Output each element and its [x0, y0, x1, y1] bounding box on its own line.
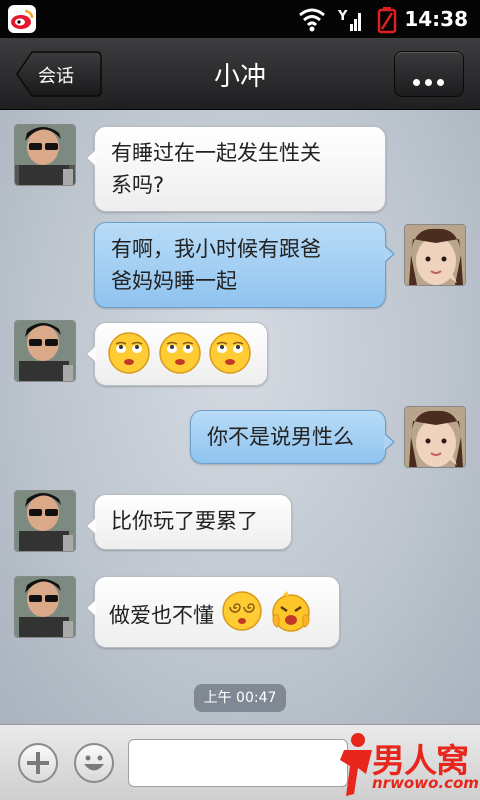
- dizzy-emoji: [221, 590, 263, 641]
- more-button[interactable]: [394, 51, 464, 97]
- contact-avatar[interactable]: [14, 320, 76, 382]
- rolling-eyes-emoji: [107, 331, 151, 384]
- status-time: 14:38: [404, 7, 468, 31]
- message-bubble[interactable]: [85, 322, 268, 386]
- chat-header: 会话 小冲: [0, 38, 480, 110]
- chat-area[interactable]: 有睡过在一起发生性关 系吗? 有啊，我小时候有跟爸 爸妈妈睡一起 你不是说男性么…: [0, 110, 480, 724]
- crying-emoji: [269, 589, 313, 642]
- emoji-button[interactable]: [74, 743, 114, 783]
- contact-avatar[interactable]: [14, 576, 76, 638]
- message-text-line: 有啊，我小时候有跟爸: [111, 237, 321, 261]
- weibo-icon: [8, 5, 36, 33]
- message-bubble[interactable]: 比你玩了要累了: [85, 494, 292, 550]
- watermark-subtitle: nrwowo.com: [372, 774, 479, 792]
- message-bubble[interactable]: 你不是说男性么: [190, 410, 395, 464]
- message-bubble[interactable]: 做爱也不懂: [85, 576, 340, 648]
- add-button[interactable]: [18, 743, 58, 783]
- rolling-eyes-emoji: [208, 331, 252, 384]
- back-button[interactable]: 会话: [16, 51, 102, 97]
- message-input[interactable]: [128, 739, 348, 787]
- signal-icon: Y: [337, 6, 364, 36]
- message-text: 比你玩了要累了: [111, 509, 258, 533]
- wifi-icon: [298, 6, 326, 36]
- battery-low-icon: [376, 6, 398, 38]
- status-bar: Y 14:38: [0, 0, 480, 38]
- user-avatar[interactable]: [404, 224, 466, 286]
- contact-avatar[interactable]: [14, 490, 76, 552]
- message-text: 做爱也不懂: [109, 603, 214, 628]
- contact-avatar[interactable]: [14, 124, 76, 186]
- smiley-icon: [84, 755, 104, 771]
- message-text: 你不是说男性么: [207, 425, 354, 449]
- plus-icon: [27, 752, 49, 774]
- user-avatar[interactable]: [404, 406, 466, 468]
- message-bubble[interactable]: 有啊，我小时候有跟爸 爸妈妈睡一起: [94, 222, 395, 308]
- more-dots-icon: [413, 71, 449, 90]
- watermark-logo: 男人窝 nrwowo.com: [336, 728, 480, 800]
- message-bubble[interactable]: 有睡过在一起发生性关 系吗?: [85, 126, 386, 212]
- svg-text:Y: Y: [338, 9, 348, 24]
- message-text-line: 有睡过在一起发生性关: [111, 141, 321, 165]
- message-text-line: 系吗?: [111, 173, 165, 197]
- rolling-eyes-emoji: [158, 331, 202, 384]
- chat-title: 小冲: [213, 62, 266, 92]
- back-button-label: 会话: [38, 66, 74, 87]
- message-timestamp: 上午 00:47: [194, 684, 286, 712]
- message-text-line: 爸妈妈睡一起: [111, 269, 237, 293]
